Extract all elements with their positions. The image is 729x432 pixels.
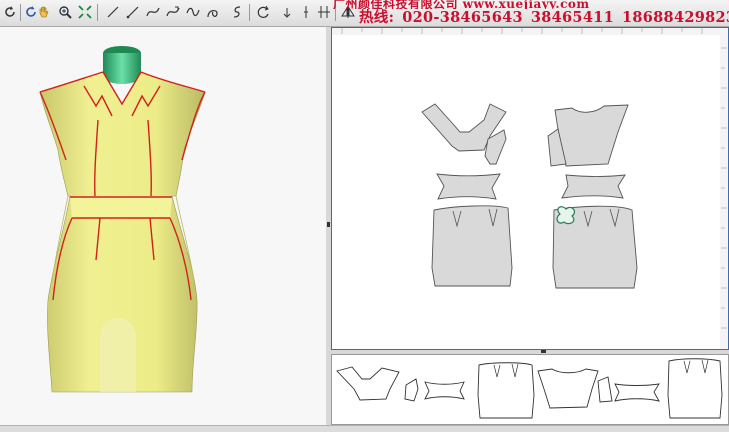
3d-view-pane[interactable] [0, 27, 327, 425]
tray-piece-back-skirt [667, 358, 723, 419]
hotline-number-1: 020-38465643 [402, 9, 523, 26]
redo-icon[interactable] [1, 3, 19, 21]
cross-point-tool-icon[interactable] [315, 3, 333, 21]
tray-piece-back-waistband [614, 383, 660, 402]
hotline-number-3: 18688429823 [622, 9, 729, 26]
pattern-piece-front-waistband [436, 173, 501, 200]
line-alt-tool-icon[interactable] [124, 3, 142, 21]
pattern-piece-back-waistband [561, 174, 626, 199]
cursor-flower-icon [556, 206, 576, 225]
splitter-handle[interactable] [327, 222, 330, 227]
toolbar: 广州颜佳科技有限公司 www.xuejiayy.com 热线: 020-38465… [0, 0, 729, 27]
zoom-icon[interactable] [56, 3, 74, 21]
mannequin-render [39, 46, 206, 393]
curve-edit-tool-icon[interactable] [164, 3, 182, 21]
pattern-piece-back-upper [554, 104, 629, 167]
curve-tool-icon[interactable] [144, 3, 162, 21]
arc-tool-icon[interactable] [254, 3, 272, 21]
piece-tray-drawing [336, 358, 723, 419]
tray-piece-front-upper [336, 366, 400, 401]
fit-view-icon[interactable] [76, 3, 94, 21]
spiral-curve-tool-icon[interactable] [204, 3, 222, 21]
tray-piece-front-side [404, 378, 419, 402]
pan-hand-icon[interactable] [35, 3, 53, 21]
tray-piece-waistband [424, 381, 465, 400]
vertical-point-tool-icon[interactable] [297, 3, 315, 21]
hotline-text: 热线: 020-38465643 38465411 18688429823 [359, 6, 729, 27]
horizontal-splitter-handle[interactable] [541, 350, 546, 353]
add-point-tool-icon[interactable] [278, 3, 296, 21]
hotline-label: 热线: [359, 9, 395, 26]
pattern-canvas[interactable] [331, 27, 729, 350]
pattern-piece-front-skirt [431, 205, 513, 287]
smooth-curve-tool-icon[interactable] [184, 3, 202, 21]
tray-piece-back-side [597, 376, 613, 403]
s-curve-tool-icon[interactable] [228, 3, 246, 21]
pattern-canvas-drawing [332, 28, 728, 349]
tray-piece-back-upper [537, 368, 599, 409]
hotline-number-2: 38465411 [530, 9, 614, 26]
line-tool-icon[interactable] [104, 3, 122, 21]
tray-piece-skirt [477, 362, 535, 419]
piece-tray[interactable] [331, 354, 729, 425]
